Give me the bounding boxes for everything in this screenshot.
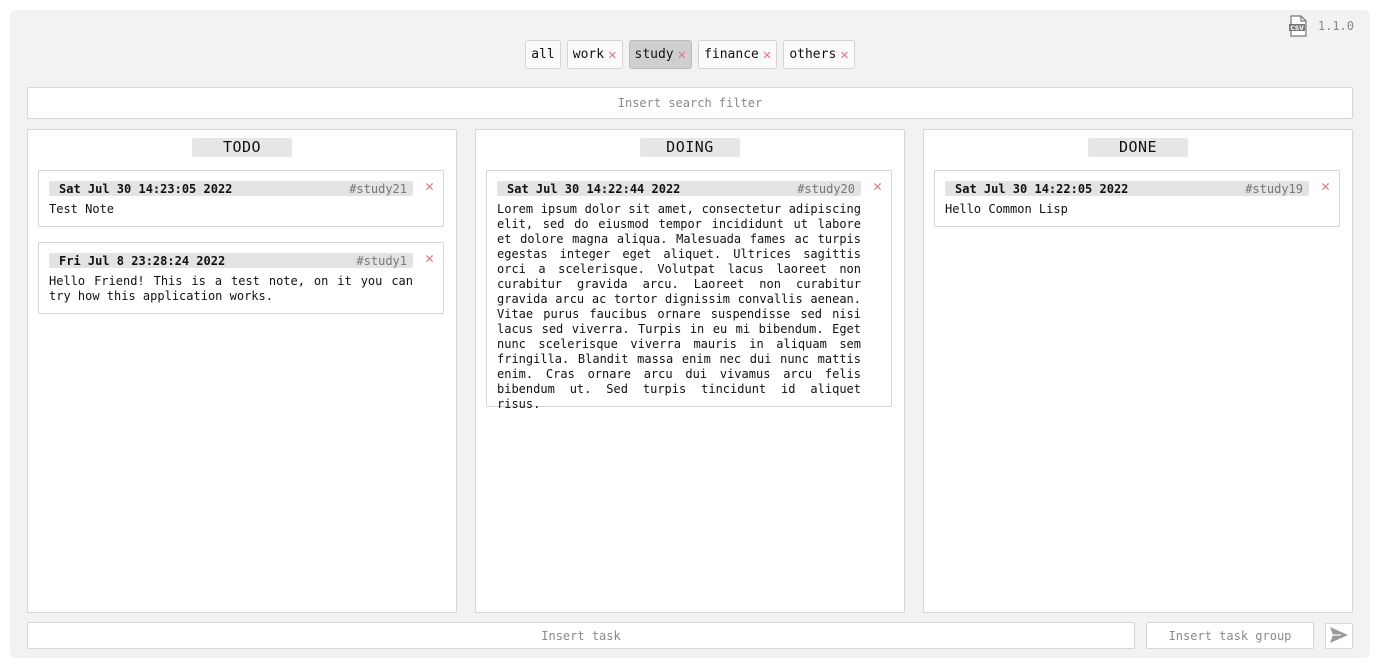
card-date: Sat Jul 30 14:22:05 2022 xyxy=(955,181,1129,196)
top-right-area: CSV 1.1.0 xyxy=(1288,15,1354,37)
card-header: Fri Jul 8 23:28:24 2022 #study1 xyxy=(49,253,413,268)
card-tag: #study19 xyxy=(1245,181,1303,196)
close-icon[interactable]: ✕ xyxy=(425,179,434,194)
close-icon[interactable]: ✕ xyxy=(763,48,771,62)
column-todo: TODO Sat Jul 30 14:23:05 2022 #study21 ✕… xyxy=(27,129,457,613)
tab-all[interactable]: all xyxy=(525,40,561,69)
card-tag: #study1 xyxy=(356,253,407,268)
close-icon[interactable]: ✕ xyxy=(840,48,848,62)
send-button[interactable] xyxy=(1325,623,1353,649)
task-input[interactable] xyxy=(27,622,1135,649)
tab-label: others xyxy=(789,47,837,62)
close-icon[interactable]: ✕ xyxy=(678,48,686,62)
task-group-input[interactable] xyxy=(1146,622,1314,649)
tab-label: finance xyxy=(704,47,759,62)
card-body: Hello Common Lisp xyxy=(945,202,1068,216)
card-tag: #study21 xyxy=(349,181,407,196)
column-title: DOING xyxy=(640,138,740,157)
note-card[interactable]: Fri Jul 8 23:28:24 2022 #study1 ✕ Hello … xyxy=(38,242,444,314)
close-icon[interactable]: ✕ xyxy=(608,48,616,62)
tab-label: study xyxy=(634,47,674,62)
svg-text:CSV: CSV xyxy=(1290,25,1304,32)
close-icon[interactable]: ✕ xyxy=(425,251,434,266)
column-title: TODO xyxy=(192,138,292,157)
close-icon[interactable]: ✕ xyxy=(873,179,882,194)
group-tabs: all work ✕ study ✕ finance ✕ others ✕ xyxy=(10,40,1370,69)
card-header: Sat Jul 30 14:22:05 2022 #study19 xyxy=(945,181,1309,196)
tab-label: work xyxy=(572,47,605,62)
tab-finance[interactable]: finance ✕ xyxy=(698,40,778,69)
column-title: DONE xyxy=(1088,138,1188,157)
card-date: Sat Jul 30 14:22:44 2022 xyxy=(507,181,681,196)
search-input[interactable] xyxy=(27,87,1353,119)
card-tag: #study20 xyxy=(797,181,855,196)
card-header: Sat Jul 30 14:22:44 2022 #study20 xyxy=(497,181,861,196)
note-card[interactable]: Sat Jul 30 14:22:05 2022 #study19 ✕ Hell… xyxy=(934,170,1340,227)
card-body: Lorem ipsum dolor sit amet, consectetur … xyxy=(497,202,861,411)
csv-export-icon[interactable]: CSV xyxy=(1288,15,1308,37)
tab-label: all xyxy=(531,47,555,62)
version-label: 1.1.0 xyxy=(1317,19,1354,33)
tab-study[interactable]: study ✕ xyxy=(628,40,693,69)
column-doing: DOING Sat Jul 30 14:22:44 2022 #study20 … xyxy=(475,129,905,613)
close-icon[interactable]: ✕ xyxy=(1321,179,1330,194)
app-window: CSV 1.1.0 all work ✕ study ✕ finance ✕ o… xyxy=(10,10,1370,658)
card-date: Sat Jul 30 14:23:05 2022 xyxy=(59,181,233,196)
send-icon xyxy=(1329,626,1349,647)
note-card[interactable]: Sat Jul 30 14:23:05 2022 #study21 ✕ Test… xyxy=(38,170,444,227)
tab-others[interactable]: others ✕ xyxy=(783,40,855,69)
card-header: Sat Jul 30 14:23:05 2022 #study21 xyxy=(49,181,413,196)
note-card[interactable]: Sat Jul 30 14:22:44 2022 #study20 ✕ Lore… xyxy=(486,170,892,411)
column-done: DONE Sat Jul 30 14:22:05 2022 #study19 ✕… xyxy=(923,129,1353,613)
card-body: Test Note xyxy=(49,202,115,216)
card-date: Fri Jul 8 23:28:24 2022 xyxy=(59,253,226,268)
tab-work[interactable]: work ✕ xyxy=(566,40,623,69)
card-body: Hello Friend! This is a test note, on it… xyxy=(49,274,413,303)
